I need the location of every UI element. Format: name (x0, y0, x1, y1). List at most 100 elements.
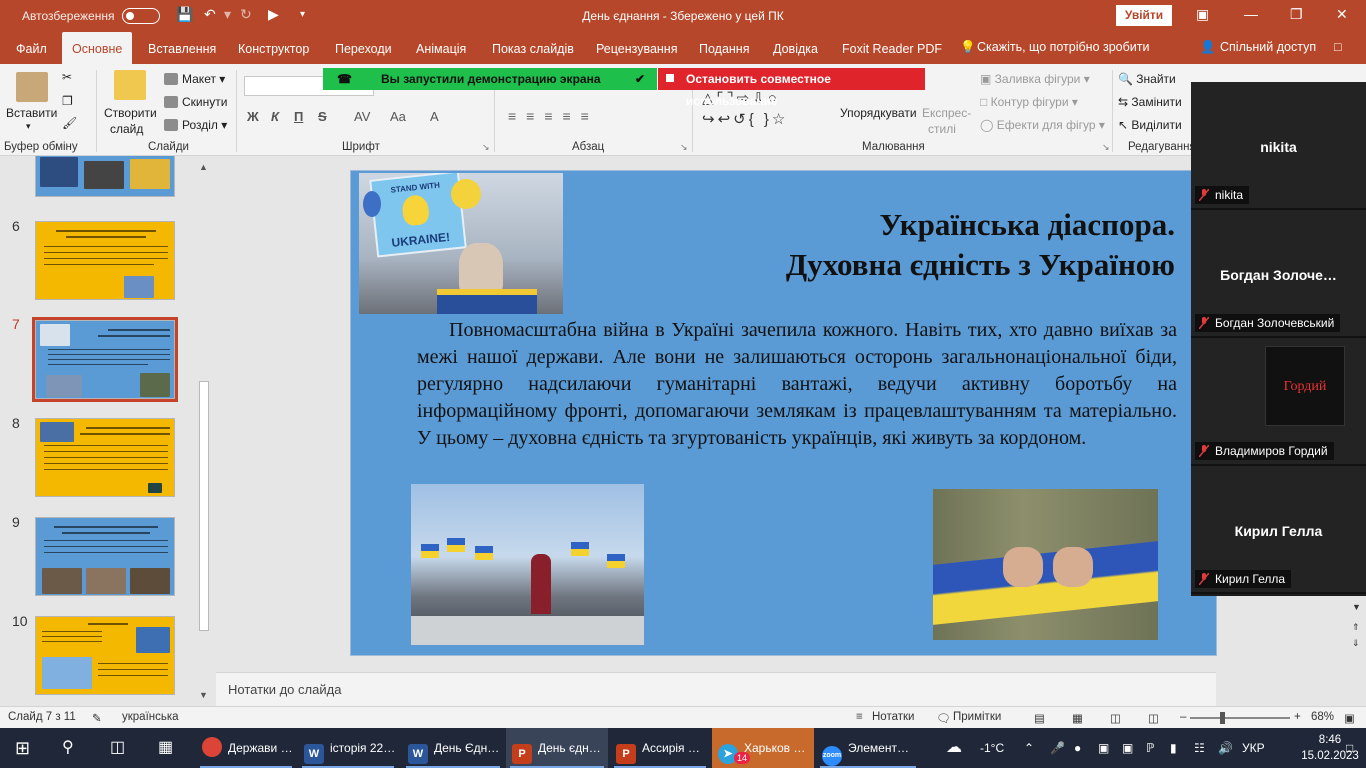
slideshow-view-icon[interactable]: ◫ (1148, 711, 1159, 725)
change-case-button[interactable]: Aa (390, 109, 406, 124)
zoom-slider-handle[interactable] (1220, 712, 1225, 724)
scroll-down-icon[interactable]: ▼ (199, 690, 208, 700)
reset-button[interactable]: Скинути (182, 95, 227, 109)
scroll-up-icon[interactable]: ▲ (199, 162, 208, 172)
language-indicator[interactable]: українська (122, 711, 179, 723)
bold-button[interactable]: Ж (247, 109, 259, 124)
tab-file[interactable]: Файл (16, 32, 47, 64)
microphone-icon[interactable]: 🎤 (1050, 728, 1065, 768)
quick-styles-button[interactable]: Експрес- (922, 106, 971, 120)
italic-button[interactable]: К (271, 109, 279, 124)
fit-to-window-icon[interactable]: ▣ (1344, 711, 1355, 725)
weather-temperature[interactable]: -1°C (980, 728, 1004, 768)
tab-design[interactable]: Конструктор (238, 32, 309, 64)
shape-effects-button[interactable]: Ефекти для фігур (997, 118, 1096, 132)
slide-thumbnail[interactable] (35, 517, 175, 596)
new-slide-icon[interactable] (114, 70, 146, 100)
task-view-icon[interactable]: ◫ (110, 728, 125, 768)
participant-tile[interactable]: Кирил Гелла Кирил Гелла (1191, 466, 1366, 594)
taskbar-item[interactable]: zoom Элемент… (816, 728, 920, 768)
slide-thumbnail[interactable] (35, 616, 175, 695)
autosave-toggle[interactable] (122, 8, 160, 24)
slide-body-text[interactable]: Повномасштабна війна в Україні зачепила … (417, 317, 1177, 452)
strikethrough-button[interactable]: S (318, 109, 327, 124)
reading-view-icon[interactable]: ◫ (1110, 711, 1121, 725)
scroll-down-icon[interactable]: ▼ (1352, 602, 1361, 612)
present-from-start-icon[interactable]: ▶ (268, 6, 279, 23)
copy-icon[interactable]: ❐ (62, 94, 73, 108)
find-button[interactable]: Знайти (1136, 72, 1175, 86)
close-button[interactable]: ✕ (1336, 6, 1348, 23)
select-button[interactable]: Виділити (1131, 118, 1181, 132)
normal-view-icon[interactable]: ▤ (1034, 711, 1045, 725)
power-icon[interactable]: ▮ (1170, 728, 1177, 768)
zoom-out-icon[interactable]: – (1180, 711, 1186, 723)
slide-thumbnail[interactable] (35, 221, 175, 300)
taskbar-item[interactable]: W День Єдн… (402, 728, 504, 768)
participant-tile[interactable]: nikita nikita (1191, 82, 1366, 210)
tab-transitions[interactable]: Переходи (335, 32, 392, 64)
tab-slideshow[interactable]: Показ слайдів (492, 32, 574, 64)
previous-slide-icon[interactable]: ⇑ (1352, 622, 1360, 633)
tray-app-icon[interactable]: ▣ (1122, 728, 1133, 768)
new-slide-button[interactable]: Створити (104, 106, 157, 120)
windows-start-icon[interactable]: ⊞ (15, 728, 30, 768)
slide-title[interactable]: Українська діаспора. Духовна єдність з У… (691, 205, 1175, 285)
stop-sharing-button[interactable]: Остановить совместное использование (658, 68, 925, 108)
taskbar-item-flashing[interactable]: ➤ 14 Харьков … (712, 728, 814, 768)
new-slide-button-line2[interactable]: слайд (110, 122, 143, 136)
paste-dropdown-icon[interactable]: ▾ (26, 121, 31, 132)
weather-cloud-icon[interactable]: ☁ (946, 728, 962, 768)
slide-thumbnail[interactable] (35, 156, 175, 197)
search-icon[interactable]: ⚲ (62, 728, 74, 768)
character-spacing-button[interactable]: AV (354, 109, 370, 124)
scrollbar-thumb[interactable] (199, 381, 209, 631)
volume-icon[interactable]: 🔊 (1218, 728, 1233, 768)
tellme-search[interactable]: Скажіть, що потрібно зробити (977, 40, 1150, 54)
tab-animation[interactable]: Анімація (416, 32, 466, 64)
customize-toolbar-icon[interactable]: ▾ (300, 9, 305, 20)
notes-pane[interactable]: Нотатки до слайда (216, 672, 1216, 706)
notifications-icon[interactable]: □ (1346, 728, 1353, 768)
tab-home[interactable]: Основне (62, 32, 133, 64)
replace-button[interactable]: Замінити (1131, 95, 1181, 109)
taskbar-item[interactable]: Держави … (196, 728, 296, 768)
shape-fill-button[interactable]: Заливка фігури (995, 72, 1081, 86)
participant-tile[interactable]: Богдан Золоче… Богдан Золочевський (1191, 210, 1366, 338)
alignment-icons[interactable]: ≡≡≡≡≡ (508, 108, 599, 124)
bluetooth-icon[interactable]: ℙ (1146, 728, 1154, 768)
paste-button[interactable]: Вставити (6, 106, 57, 120)
slide-thumbnail-selected[interactable] (32, 317, 178, 402)
redo-icon[interactable]: ↻ (240, 6, 252, 23)
taskbar-item[interactable]: Wісторія 22… (298, 728, 398, 768)
slide-sorter-icon[interactable]: ▦ (1072, 711, 1083, 725)
zoom-level[interactable]: 68% (1311, 711, 1334, 723)
tab-foxit[interactable]: Foxit Reader PDF (842, 32, 942, 64)
thumbnail-scrollbar[interactable]: ▲ ▼ (196, 156, 212, 704)
comments-icon[interactable]: □ (1334, 40, 1342, 54)
font-dialog-launcher-icon[interactable]: ↘ (482, 142, 490, 153)
zoom-in-icon[interactable]: + (1294, 711, 1301, 723)
tray-app-icon[interactable]: ▣ (1098, 728, 1109, 768)
spellcheck-icon[interactable]: ✎ (92, 711, 102, 725)
share-button[interactable]: Спільний доступ (1220, 40, 1316, 54)
tab-insert[interactable]: Вставлення (148, 32, 216, 64)
maximize-button[interactable]: ❐ (1290, 6, 1303, 23)
ribbon-display-icon[interactable]: ▣ (1196, 6, 1209, 23)
undo-icon[interactable]: ↶ (204, 6, 216, 23)
next-slide-icon[interactable]: ⇓ (1352, 638, 1360, 649)
signin-button[interactable]: Увійти (1116, 5, 1172, 26)
notes-toggle-button[interactable]: Нотатки (872, 711, 914, 723)
comments-toggle-button[interactable]: Примітки (953, 711, 1001, 723)
taskbar-item-active[interactable]: P День єдн… (506, 728, 608, 768)
paragraph-dialog-launcher-icon[interactable]: ↘ (680, 142, 688, 153)
keyboard-language[interactable]: УКР (1242, 728, 1265, 768)
format-painter-icon[interactable]: 🖌 (62, 116, 77, 130)
dropdown-icon[interactable]: ▾ (224, 6, 231, 23)
slide-scrollbar[interactable]: ▼ ⇑ ⇓ (1348, 598, 1366, 658)
zoom-tray-icon[interactable]: ● (1074, 728, 1081, 768)
drawing-dialog-launcher-icon[interactable]: ↘ (1102, 142, 1110, 153)
underline-button[interactable]: П (294, 109, 303, 124)
tab-review[interactable]: Рецензування (596, 32, 677, 64)
layout-button[interactable]: Макет (182, 72, 216, 86)
